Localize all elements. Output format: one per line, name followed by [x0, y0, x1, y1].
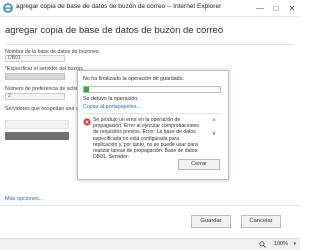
- servers-label: Servidores que hospedan una copia: [5, 106, 89, 112]
- chevron-down-icon[interactable]: ▾: [293, 241, 296, 247]
- window-title: agregar copia de base de datos de buzón …: [16, 3, 222, 10]
- more-options-link[interactable]: Más opciones...: [5, 196, 44, 202]
- zoom-icon: [259, 241, 266, 248]
- error-icon: [83, 118, 91, 126]
- db-name-field: DB01: [5, 55, 65, 62]
- save-status-dialog: No ha finalizado la operación de guardad…: [77, 70, 229, 180]
- save-status-text: No ha finalizado la operación de guardad…: [83, 76, 185, 82]
- operation-stopped-text: Se detuvo la operación.: [83, 96, 139, 102]
- server-field[interactable]: [5, 73, 65, 80]
- server-label: *Especificar el servidor del buzón:: [5, 66, 84, 72]
- close-dialog-button[interactable]: Cerrar: [178, 159, 220, 170]
- browser-statusbar: 100% ▾: [0, 238, 300, 250]
- maximize-button[interactable]: □: [268, 0, 284, 16]
- internet-explorer-icon: [3, 3, 13, 13]
- table-row[interactable]: [5, 132, 69, 140]
- zoom-level[interactable]: 100%: [274, 241, 288, 247]
- chevron-down-icon[interactable]: v: [210, 131, 218, 137]
- progress-bar: [83, 86, 221, 93]
- progress-fill: [84, 87, 90, 92]
- header-divider: [5, 44, 293, 45]
- save-button[interactable]: Guardar: [191, 215, 231, 228]
- minimize-button[interactable]: —: [252, 0, 268, 16]
- page-title: agregar copia de base de datos de buzón …: [5, 25, 224, 36]
- cancel-button[interactable]: Cancelar: [241, 215, 281, 228]
- chevron-up-icon[interactable]: ^: [210, 119, 218, 125]
- copy-to-clipboard-link[interactable]: Copiar al portapapeles...: [83, 104, 141, 110]
- error-message: Se produjo un error en la operación de p…: [93, 117, 199, 161]
- close-window-button[interactable]: ✕: [284, 0, 300, 16]
- servers-table-header: [5, 120, 69, 129]
- activation-field[interactable]: 2: [5, 93, 65, 100]
- footer-divider: [0, 205, 300, 206]
- dialog-divider: [83, 113, 221, 114]
- window-titlebar: agregar copia de base de datos de buzón …: [0, 0, 300, 17]
